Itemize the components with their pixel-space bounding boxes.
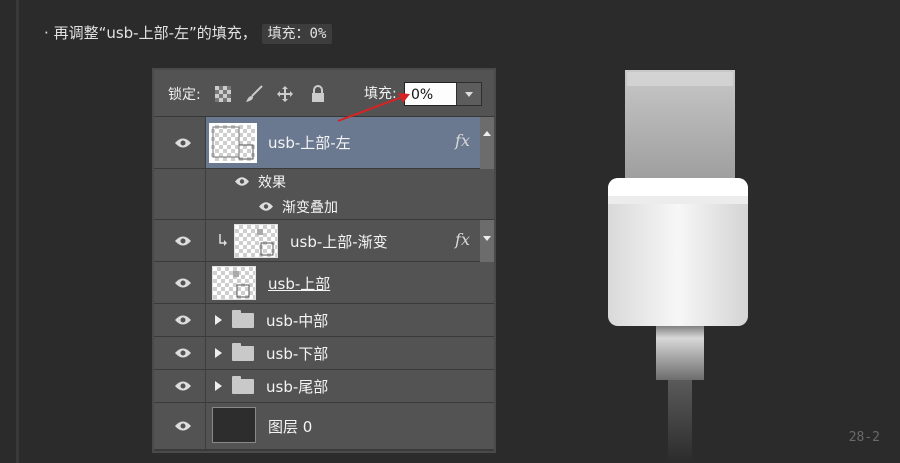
layer-thumbnail bbox=[234, 224, 278, 258]
layer-name: usb-上部-渐变 bbox=[290, 233, 388, 251]
eye-icon[interactable] bbox=[174, 314, 192, 326]
layer-row-layer-0[interactable]: 图层 0 bbox=[154, 403, 494, 450]
folder-icon bbox=[232, 310, 254, 328]
layer-group-usb-tail[interactable]: usb-尾部 bbox=[154, 370, 494, 403]
visibility-cell[interactable] bbox=[154, 117, 206, 168]
layers-list: usb-上部-左 fx 效果 渐变叠加 usb-上部-渐变 fx usb-上部 … bbox=[154, 117, 494, 450]
eye-icon[interactable] bbox=[174, 137, 192, 149]
expand-arrow-icon[interactable] bbox=[215, 348, 222, 358]
visibility-cell[interactable] bbox=[154, 262, 206, 303]
caption: · 再调整“usb-上部-左”的填充， 填充：0% bbox=[44, 20, 333, 46]
layer-group-usb-middle[interactable]: usb-中部 bbox=[154, 304, 494, 337]
folder-icon bbox=[232, 343, 254, 361]
layer-group-usb-bottom[interactable]: usb-下部 bbox=[154, 337, 494, 370]
eye-icon[interactable] bbox=[174, 235, 192, 247]
effects-row[interactable]: 效果 bbox=[154, 169, 494, 194]
visibility-cell[interactable] bbox=[154, 370, 206, 402]
collapse-effects-icon[interactable] bbox=[480, 117, 494, 169]
caption-text: 再调整“usb-上部-左”的填充， bbox=[53, 24, 257, 42]
layer-name: usb-尾部 bbox=[266, 378, 329, 396]
fill-dropdown-button[interactable] bbox=[456, 82, 482, 106]
layer-row-usb-top[interactable]: usb-上部 bbox=[154, 262, 494, 304]
visibility-cell[interactable] bbox=[154, 403, 206, 449]
visibility-cell[interactable] bbox=[154, 304, 206, 336]
folder-icon bbox=[232, 376, 254, 394]
expand-effects-icon[interactable] bbox=[480, 220, 494, 262]
caption-code: 填充：0% bbox=[261, 24, 333, 44]
eye-icon[interactable] bbox=[174, 420, 192, 432]
layers-panel: 锁定: 填充: 0% usb-上部-左 fx 效果 渐变叠加 usb-上部-渐变… bbox=[152, 68, 496, 453]
brush-lock-icon[interactable] bbox=[244, 85, 264, 103]
lock-label: 锁定: bbox=[168, 87, 201, 103]
eye-icon[interactable] bbox=[234, 176, 250, 187]
effect-gradient-overlay-row[interactable]: 渐变叠加 bbox=[154, 194, 494, 220]
lock-bar: 锁定: 填充: 0% bbox=[154, 70, 494, 117]
page-number: 28-2 bbox=[848, 430, 880, 445]
layer-name: usb-上部-左 bbox=[268, 134, 351, 152]
layer-thumbnail bbox=[212, 266, 256, 300]
usb-plug-illustration bbox=[608, 70, 748, 463]
layer-name: usb-上部 bbox=[268, 275, 331, 293]
fx-icon[interactable]: fx bbox=[455, 230, 470, 249]
eye-icon[interactable] bbox=[258, 201, 274, 212]
layer-thumbnail bbox=[209, 123, 257, 163]
move-lock-icon[interactable] bbox=[276, 85, 294, 103]
effects-label: 效果 bbox=[258, 175, 286, 191]
expand-arrow-icon[interactable] bbox=[215, 381, 222, 391]
layer-row-usb-top-left[interactable]: usb-上部-左 fx bbox=[154, 117, 494, 169]
left-rule bbox=[16, 0, 19, 463]
layer-row-usb-top-gradient[interactable]: usb-上部-渐变 fx bbox=[154, 220, 494, 262]
eyecell-blank bbox=[154, 169, 206, 194]
layer-thumbnail bbox=[212, 407, 256, 443]
caption-bullet: · bbox=[44, 24, 49, 42]
eye-icon[interactable] bbox=[174, 347, 192, 359]
checker-lock-icon[interactable] bbox=[214, 85, 232, 103]
eye-icon[interactable] bbox=[174, 277, 192, 289]
padlock-icon[interactable] bbox=[309, 85, 327, 103]
layer-name: usb-中部 bbox=[266, 312, 329, 330]
layer-name: usb-下部 bbox=[266, 345, 329, 363]
annotation-arrow bbox=[337, 93, 410, 122]
fx-icon[interactable]: fx bbox=[455, 131, 470, 150]
visibility-cell[interactable] bbox=[154, 220, 206, 261]
eyecell-blank bbox=[154, 194, 206, 219]
clip-arrow-icon bbox=[219, 234, 227, 246]
visibility-cell[interactable] bbox=[154, 337, 206, 369]
layer-name: 图层 0 bbox=[268, 418, 313, 436]
eye-icon[interactable] bbox=[174, 380, 192, 392]
effect-name: 渐变叠加 bbox=[282, 200, 338, 216]
expand-arrow-icon[interactable] bbox=[215, 315, 222, 325]
